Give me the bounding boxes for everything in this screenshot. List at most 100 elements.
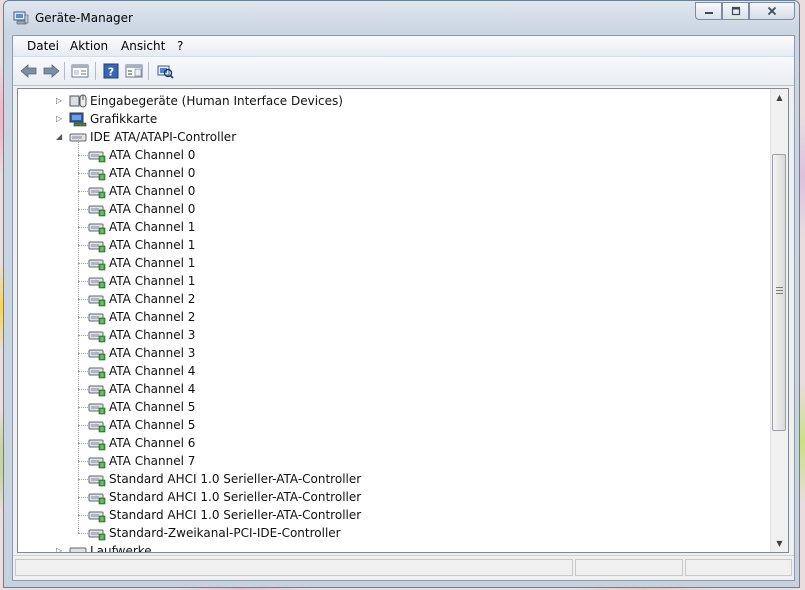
tree-device-label: ATA Channel 0 — [109, 166, 196, 180]
ata-channel-icon — [88, 489, 106, 505]
tree-device-label: ATA Channel 1 — [109, 220, 196, 234]
ata-channel-icon — [88, 381, 106, 397]
tree-device-item[interactable]: ATA Channel 1 — [18, 236, 768, 254]
tree-category[interactable]: ▷ Grafikkarte — [18, 110, 768, 128]
window-title: Geräte-Manager — [35, 11, 133, 25]
tree-device-item[interactable]: Standard AHCI 1.0 Serieller-ATA-Controll… — [18, 470, 768, 488]
tree-connector — [78, 245, 88, 246]
expand-icon[interactable]: ▷ — [56, 97, 64, 105]
tree-connector — [78, 533, 88, 534]
tree-device-item[interactable]: ATA Channel 5 — [18, 416, 768, 434]
tree-device-label: ATA Channel 1 — [109, 256, 196, 270]
tree-device-item[interactable]: ATA Channel 0 — [18, 164, 768, 182]
menu-aktion[interactable]: Aktion — [70, 39, 108, 53]
ata-channel-icon — [88, 435, 106, 451]
help-button[interactable]: ? — [101, 62, 121, 80]
tree-connector — [78, 299, 88, 300]
scroll-up-button[interactable]: ▲ — [771, 89, 788, 106]
tree-connector — [78, 263, 88, 264]
ata-channel-icon — [88, 309, 106, 325]
back-button[interactable] — [19, 62, 39, 80]
tree-device-label: ATA Channel 3 — [109, 328, 196, 342]
expand-icon[interactable]: ▷ — [56, 547, 64, 553]
tree-connector — [78, 335, 88, 336]
tree-connector — [78, 155, 88, 156]
tree-category[interactable]: ▷ Laufwerke — [18, 542, 768, 553]
maximize-button[interactable] — [722, 2, 749, 20]
tree-device-item[interactable]: ATA Channel 0 — [18, 182, 768, 200]
tree-device-item[interactable]: Standard AHCI 1.0 Serieller-ATA-Controll… — [18, 506, 768, 524]
tree-device-item[interactable]: ATA Channel 7 — [18, 452, 768, 470]
tree-device-item[interactable]: ATA Channel 6 — [18, 434, 768, 452]
ata-channel-icon — [88, 237, 106, 253]
ata-channel-icon — [88, 273, 106, 289]
forward-button[interactable] — [41, 62, 61, 80]
tree-device-item[interactable]: ATA Channel 1 — [18, 218, 768, 236]
close-button[interactable] — [749, 2, 795, 20]
console-tree-button[interactable] — [124, 62, 144, 80]
status-bar — [13, 555, 794, 580]
tree-connector — [78, 281, 88, 282]
back-arrow-icon — [20, 64, 37, 78]
toolbar-separator — [95, 62, 96, 80]
tree-connector — [78, 443, 88, 444]
device-tree[interactable]: ▷ Eingabegeräte (Human Interface Devices)… — [17, 88, 789, 553]
ata-channel-icon — [88, 291, 106, 307]
status-pane-3 — [685, 559, 792, 576]
collapse-icon[interactable]: ◢ — [56, 133, 64, 141]
status-pane-2 — [575, 559, 683, 576]
properties-button[interactable] — [70, 62, 90, 80]
ata-channel-icon — [88, 399, 106, 415]
tree-connector — [78, 173, 88, 174]
tree-connector — [78, 389, 88, 390]
status-pane-main — [15, 559, 573, 576]
tree-connector — [78, 371, 88, 372]
scan-hardware-icon — [157, 65, 174, 79]
ata-channel-icon — [88, 255, 106, 271]
tree-device-label: ATA Channel 1 — [109, 238, 196, 252]
tree-device-item[interactable]: ATA Channel 3 — [18, 344, 768, 362]
scrollbar-thumb[interactable] — [772, 154, 786, 431]
properties-icon — [71, 64, 89, 78]
thumb-grip — [776, 287, 783, 296]
menu-ansicht[interactable]: Ansicht — [121, 39, 165, 53]
tree-device-item[interactable]: ATA Channel 0 — [18, 200, 768, 218]
tree-device-item[interactable]: ATA Channel 0 — [18, 146, 768, 164]
display-adapter-icon — [69, 111, 87, 127]
ata-channel-icon — [88, 417, 106, 433]
tree-device-label: ATA Channel 1 — [109, 274, 196, 288]
tree-category[interactable]: ▷ Eingabegeräte (Human Interface Devices) — [18, 92, 768, 110]
tree-connector — [78, 407, 88, 408]
menu-help[interactable]: ? — [177, 39, 183, 53]
vertical-scrollbar[interactable]: ▲ ▼ — [770, 89, 788, 552]
tree-device-item[interactable]: ATA Channel 4 — [18, 362, 768, 380]
menu-datei[interactable]: Datei — [27, 39, 59, 53]
minimize-button[interactable] — [695, 2, 722, 20]
tree-connector — [78, 191, 88, 192]
scan-hardware-button[interactable] — [155, 62, 175, 80]
tree-device-label: Standard AHCI 1.0 Serieller-ATA-Controll… — [109, 490, 362, 504]
tree-device-item[interactable]: ATA Channel 5 — [18, 398, 768, 416]
tree-device-item[interactable]: Standard AHCI 1.0 Serieller-ATA-Controll… — [18, 488, 768, 506]
tree-device-item[interactable]: Standard-Zweikanal-PCI-IDE-Controller — [18, 524, 768, 542]
tree-connector — [78, 227, 88, 228]
minimize-icon — [704, 12, 713, 14]
tree-connector — [78, 353, 88, 354]
tree-device-label: Standard AHCI 1.0 Serieller-ATA-Controll… — [109, 472, 362, 486]
tree-device-item[interactable]: ATA Channel 2 — [18, 290, 768, 308]
tree-device-label: Standard-Zweikanal-PCI-IDE-Controller — [109, 526, 341, 540]
expand-icon[interactable]: ▷ — [56, 115, 64, 123]
ata-channel-icon — [88, 183, 106, 199]
tree-device-item[interactable]: ATA Channel 1 — [18, 254, 768, 272]
tree-device-item[interactable]: ATA Channel 2 — [18, 308, 768, 326]
scroll-down-button[interactable]: ▼ — [771, 535, 788, 552]
toolbar: ? — [13, 57, 794, 86]
arrow-down-icon: ▼ — [776, 539, 783, 548]
tree-device-item[interactable]: ATA Channel 3 — [18, 326, 768, 344]
svg-text:?: ? — [108, 66, 114, 79]
tree-device-item[interactable]: ATA Channel 1 — [18, 272, 768, 290]
tree-device-item[interactable]: ATA Channel 4 — [18, 380, 768, 398]
title-bar[interactable]: Geräte-Manager — [4, 1, 799, 33]
tree-category[interactable]: ◢ IDE ATA/ATAPI-Controller — [18, 128, 768, 146]
ata-channel-icon — [88, 147, 106, 163]
